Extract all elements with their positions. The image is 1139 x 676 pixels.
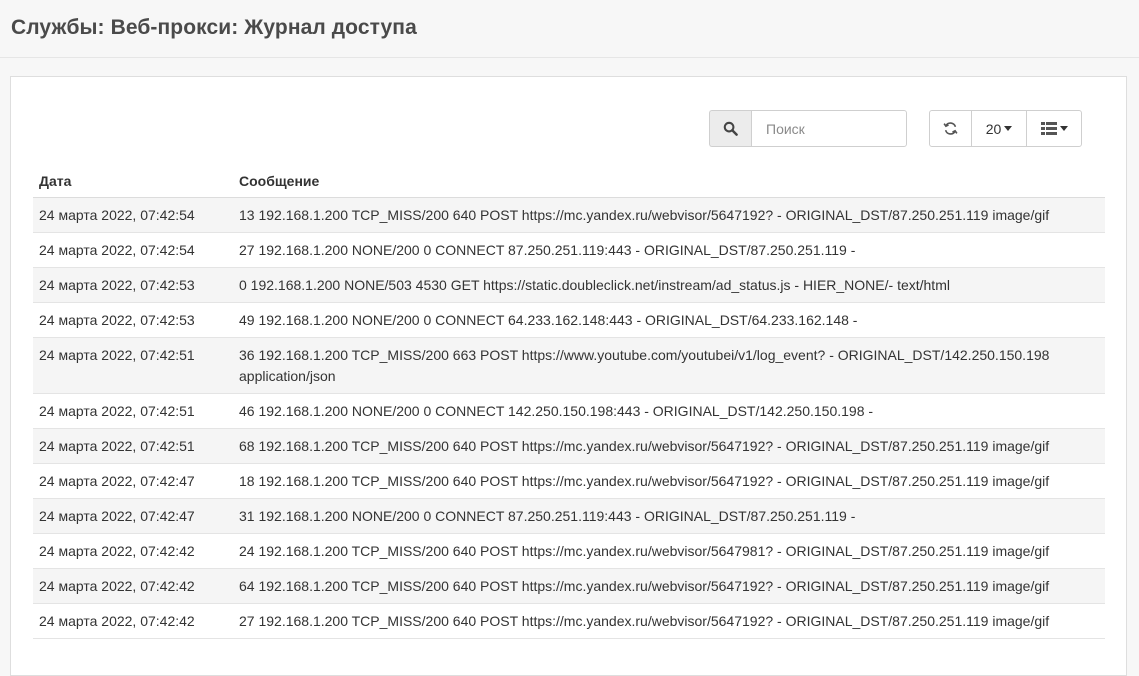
cell-message: 36 192.168.1.200 TCP_MISS/200 663 POST h… <box>233 337 1105 394</box>
cell-message: 46 192.168.1.200 NONE/200 0 CONNECT 142.… <box>233 393 1105 429</box>
search-icon <box>723 121 738 136</box>
table-actions: 20 <box>929 110 1082 147</box>
cell-message: 18 192.168.1.200 TCP_MISS/200 640 POST h… <box>233 463 1105 499</box>
cell-date: 24 марта 2022, 07:42:53 <box>33 302 233 338</box>
table-row[interactable]: 24 марта 2022, 07:42:53 0 192.168.1.200 … <box>33 267 1105 303</box>
cell-date: 24 марта 2022, 07:42:53 <box>33 267 233 303</box>
cell-message: 24 192.168.1.200 TCP_MISS/200 640 POST h… <box>233 533 1105 569</box>
table-row[interactable]: 24 марта 2022, 07:42:51 46 192.168.1.200… <box>33 393 1105 429</box>
cell-date: 24 марта 2022, 07:42:42 <box>33 533 233 569</box>
table-row[interactable]: 24 марта 2022, 07:42:42 64 192.168.1.200… <box>33 568 1105 604</box>
page-title: Службы: Веб-прокси: Журнал доступа <box>11 16 417 39</box>
search-group <box>709 110 907 147</box>
table-row[interactable]: 24 марта 2022, 07:42:51 68 192.168.1.200… <box>33 428 1105 464</box>
cell-date: 24 марта 2022, 07:42:42 <box>33 568 233 604</box>
cell-message: 0 192.168.1.200 NONE/503 4530 GET https:… <box>233 267 1105 303</box>
cell-date: 24 марта 2022, 07:42:51 <box>33 428 233 464</box>
table-row[interactable]: 24 марта 2022, 07:42:47 18 192.168.1.200… <box>33 463 1105 499</box>
cell-date: 24 марта 2022, 07:42:54 <box>33 197 233 233</box>
table-row[interactable]: 24 марта 2022, 07:42:42 27 192.168.1.200… <box>33 603 1105 639</box>
cell-date: 24 марта 2022, 07:42:54 <box>33 232 233 268</box>
cell-date: 24 марта 2022, 07:42:51 <box>33 393 233 429</box>
cell-message: 27 192.168.1.200 NONE/200 0 CONNECT 87.2… <box>233 232 1105 268</box>
toolbar: 20 <box>709 110 1082 147</box>
table-row[interactable]: 24 марта 2022, 07:42:54 27 192.168.1.200… <box>33 232 1105 268</box>
column-header-message[interactable]: Сообщение <box>233 164 1105 198</box>
content-panel: 20 Дата Сообщение <box>10 76 1127 676</box>
table-row[interactable]: 24 марта 2022, 07:42:42 24 192.168.1.200… <box>33 533 1105 569</box>
cell-message: 13 192.168.1.200 TCP_MISS/200 640 POST h… <box>233 197 1105 233</box>
cell-message: 49 192.168.1.200 NONE/200 0 CONNECT 64.2… <box>233 302 1105 338</box>
page-header: Службы: Веб-прокси: Журнал доступа <box>0 0 1139 58</box>
refresh-icon <box>943 122 958 135</box>
cell-message: 64 192.168.1.200 TCP_MISS/200 640 POST h… <box>233 568 1105 604</box>
table-row[interactable]: 24 марта 2022, 07:42:47 31 192.168.1.200… <box>33 498 1105 534</box>
cell-date: 24 марта 2022, 07:42:47 <box>33 498 233 534</box>
table-row[interactable]: 24 марта 2022, 07:42:53 49 192.168.1.200… <box>33 302 1105 338</box>
list-columns-icon <box>1040 122 1057 135</box>
column-header-date[interactable]: Дата <box>33 164 233 198</box>
cell-date: 24 марта 2022, 07:42:51 <box>33 337 233 394</box>
caret-down-icon <box>1059 126 1068 131</box>
cell-date: 24 марта 2022, 07:42:42 <box>33 603 233 639</box>
rows-per-page-value: 20 <box>985 120 1002 137</box>
search-button[interactable] <box>709 110 751 147</box>
table-row[interactable]: 24 марта 2022, 07:42:54 13 192.168.1.200… <box>33 197 1105 233</box>
columns-dropdown[interactable] <box>1026 110 1082 147</box>
rows-per-page-dropdown[interactable]: 20 <box>971 110 1027 147</box>
log-table: Дата Сообщение 24 марта 2022, 07:42:54 1… <box>33 164 1105 639</box>
table-row[interactable]: 24 марта 2022, 07:42:51 36 192.168.1.200… <box>33 337 1105 394</box>
search-input[interactable] <box>751 110 907 147</box>
cell-date: 24 марта 2022, 07:42:47 <box>33 463 233 499</box>
table-header-row: Дата Сообщение <box>33 164 1105 198</box>
cell-message: 68 192.168.1.200 TCP_MISS/200 640 POST h… <box>233 428 1105 464</box>
table-body: 24 марта 2022, 07:42:54 13 192.168.1.200… <box>33 197 1105 639</box>
caret-down-icon <box>1004 126 1013 131</box>
cell-message: 31 192.168.1.200 NONE/200 0 CONNECT 87.2… <box>233 498 1105 534</box>
refresh-button[interactable] <box>929 110 972 147</box>
cell-message: 27 192.168.1.200 TCP_MISS/200 640 POST h… <box>233 603 1105 639</box>
